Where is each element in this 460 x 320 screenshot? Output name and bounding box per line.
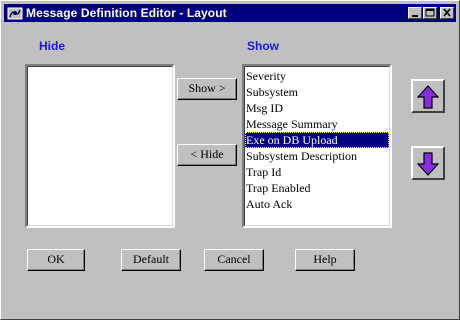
show-list[interactable]: Severity Subsystem Msg ID Message Summar… xyxy=(242,64,392,228)
show-button[interactable]: Show > xyxy=(177,78,237,100)
window-title: Message Definition Editor - Layout xyxy=(26,6,227,20)
close-button[interactable] xyxy=(440,7,454,19)
list-item[interactable]: Auto Ack xyxy=(245,196,389,212)
message-definition-editor-window: Message Definition Editor - Layout Hide … xyxy=(0,0,460,320)
list-item[interactable]: Severity xyxy=(245,68,389,84)
default-button[interactable]: Default xyxy=(121,249,181,271)
minimize-button[interactable] xyxy=(408,7,422,19)
hide-caption: Hide xyxy=(39,39,66,53)
close-icon xyxy=(443,8,451,17)
move-up-button[interactable] xyxy=(411,79,445,113)
list-item[interactable]: Msg ID xyxy=(245,100,389,116)
app-icon xyxy=(7,5,23,21)
list-item[interactable]: Trap Id xyxy=(245,164,389,180)
list-item-selected[interactable]: Exe on DB Upload xyxy=(245,132,389,148)
title-bar[interactable]: Message Definition Editor - Layout xyxy=(4,4,456,22)
show-caption: Show xyxy=(247,39,279,53)
list-item[interactable]: Subsystem Description xyxy=(245,148,389,164)
hide-list[interactable] xyxy=(25,64,175,228)
arrow-up-icon xyxy=(417,85,439,109)
list-item[interactable]: Subsystem xyxy=(245,84,389,100)
list-item[interactable]: Message Summary xyxy=(245,116,389,132)
list-item[interactable]: Trap Enabled xyxy=(245,180,389,196)
arrow-down-icon xyxy=(417,152,439,176)
maximize-icon xyxy=(425,8,435,17)
ok-button[interactable]: OK xyxy=(27,249,85,271)
hide-button[interactable]: < Hide xyxy=(177,144,237,166)
maximize-button[interactable] xyxy=(423,7,437,19)
move-down-button[interactable] xyxy=(411,146,445,180)
cancel-button[interactable]: Cancel xyxy=(204,249,264,271)
minimize-icon xyxy=(412,15,418,17)
help-button[interactable]: Help xyxy=(295,249,355,271)
